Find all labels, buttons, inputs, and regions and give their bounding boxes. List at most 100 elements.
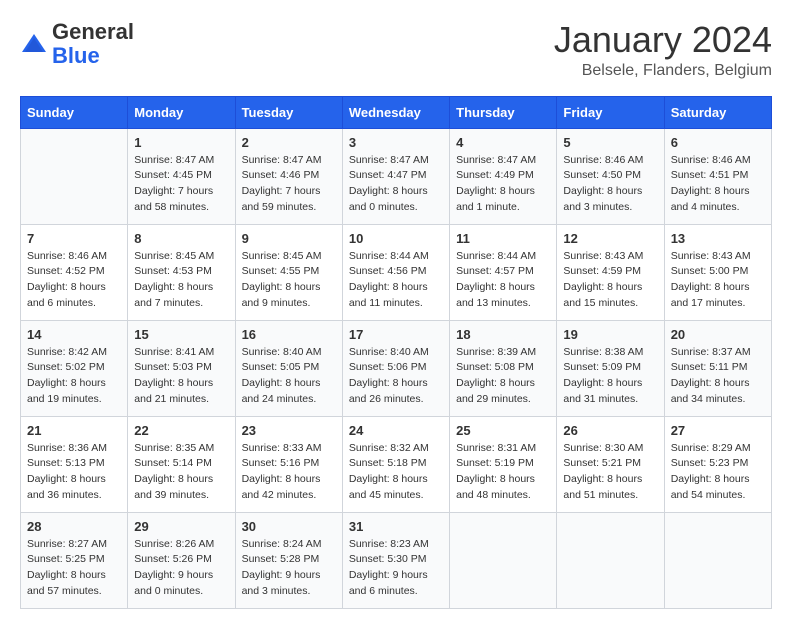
day-info: Sunrise: 8:24 AM Sunset: 5:28 PM Dayligh… [242, 537, 336, 600]
day-number: 11 [456, 231, 550, 246]
day-number: 16 [242, 327, 336, 342]
calendar-cell: 30 Sunrise: 8:24 AM Sunset: 5:28 PM Dayli… [235, 512, 342, 608]
calendar-cell [557, 512, 664, 608]
day-info: Sunrise: 8:45 AM Sunset: 4:55 PM Dayligh… [242, 249, 336, 312]
day-number: 21 [27, 423, 121, 438]
day-info: Sunrise: 8:46 AM Sunset: 4:52 PM Dayligh… [27, 249, 121, 312]
day-info: Sunrise: 8:26 AM Sunset: 5:26 PM Dayligh… [134, 537, 228, 600]
day-info: Sunrise: 8:27 AM Sunset: 5:25 PM Dayligh… [27, 537, 121, 600]
calendar-cell: 14 Sunrise: 8:42 AM Sunset: 5:02 PM Dayli… [21, 320, 128, 416]
day-info: Sunrise: 8:40 AM Sunset: 5:06 PM Dayligh… [349, 345, 443, 408]
week-row-2: 7 Sunrise: 8:46 AM Sunset: 4:52 PM Daylig… [21, 224, 772, 320]
day-info: Sunrise: 8:39 AM Sunset: 5:08 PM Dayligh… [456, 345, 550, 408]
day-info: Sunrise: 8:44 AM Sunset: 4:56 PM Dayligh… [349, 249, 443, 312]
month-year-title: January 2024 [554, 20, 772, 60]
day-info: Sunrise: 8:45 AM Sunset: 4:53 PM Dayligh… [134, 249, 228, 312]
day-info: Sunrise: 8:44 AM Sunset: 4:57 PM Dayligh… [456, 249, 550, 312]
day-number: 9 [242, 231, 336, 246]
calendar-cell: 23 Sunrise: 8:33 AM Sunset: 5:16 PM Dayli… [235, 416, 342, 512]
calendar-cell: 21 Sunrise: 8:36 AM Sunset: 5:13 PM Dayli… [21, 416, 128, 512]
calendar-cell: 1Sunrise: 8:47 AM Sunset: 4:45 PM Daylig… [128, 128, 235, 224]
day-info: Sunrise: 8:46 AM Sunset: 4:50 PM Dayligh… [563, 153, 657, 216]
day-info: Sunrise: 8:42 AM Sunset: 5:02 PM Dayligh… [27, 345, 121, 408]
calendar-cell [664, 512, 771, 608]
header-day-thursday: Thursday [450, 96, 557, 128]
logo-icon [20, 30, 48, 58]
calendar-cell: 12 Sunrise: 8:43 AM Sunset: 4:59 PM Dayli… [557, 224, 664, 320]
day-info: Sunrise: 8:46 AM Sunset: 4:51 PM Dayligh… [671, 153, 765, 216]
day-number: 17 [349, 327, 443, 342]
location-subtitle: Belsele, Flanders, Belgium [554, 62, 772, 80]
day-number: 19 [563, 327, 657, 342]
calendar-table: SundayMondayTuesdayWednesdayThursdayFrid… [20, 96, 772, 609]
calendar-cell: 10 Sunrise: 8:44 AM Sunset: 4:56 PM Dayli… [342, 224, 449, 320]
calendar-cell: 18 Sunrise: 8:39 AM Sunset: 5:08 PM Dayli… [450, 320, 557, 416]
calendar-cell [450, 512, 557, 608]
calendar-cell: 11 Sunrise: 8:44 AM Sunset: 4:57 PM Dayli… [450, 224, 557, 320]
day-number: 20 [671, 327, 765, 342]
calendar-cell: 5 Sunrise: 8:46 AM Sunset: 4:50 PM Daylig… [557, 128, 664, 224]
day-number: 18 [456, 327, 550, 342]
calendar-cell: 19 Sunrise: 8:38 AM Sunset: 5:09 PM Dayli… [557, 320, 664, 416]
calendar-cell: 25 Sunrise: 8:31 AM Sunset: 5:19 PM Dayli… [450, 416, 557, 512]
day-number: 8 [134, 231, 228, 246]
logo: General Blue [20, 20, 134, 68]
day-number: 7 [27, 231, 121, 246]
calendar-cell: 27 Sunrise: 8:29 AM Sunset: 5:23 PM Dayli… [664, 416, 771, 512]
day-number: 22 [134, 423, 228, 438]
day-info: Sunrise: 8:43 AM Sunset: 4:59 PM Dayligh… [563, 249, 657, 312]
calendar-cell: 29Sunrise: 8:26 AM Sunset: 5:26 PM Dayli… [128, 512, 235, 608]
day-number: 31 [349, 519, 443, 534]
calendar-cell: 7 Sunrise: 8:46 AM Sunset: 4:52 PM Daylig… [21, 224, 128, 320]
week-row-4: 21 Sunrise: 8:36 AM Sunset: 5:13 PM Dayli… [21, 416, 772, 512]
header-day-friday: Friday [557, 96, 664, 128]
day-number: 24 [349, 423, 443, 438]
day-number: 26 [563, 423, 657, 438]
day-number: 4 [456, 135, 550, 150]
day-info: Sunrise: 8:36 AM Sunset: 5:13 PM Dayligh… [27, 441, 121, 504]
calendar-cell [21, 128, 128, 224]
calendar-cell: 15Sunrise: 8:41 AM Sunset: 5:03 PM Dayli… [128, 320, 235, 416]
day-number: 14 [27, 327, 121, 342]
day-number: 12 [563, 231, 657, 246]
title-block: January 2024 Belsele, Flanders, Belgium [554, 20, 772, 80]
day-number: 27 [671, 423, 765, 438]
week-row-5: 28Sunrise: 8:27 AM Sunset: 5:25 PM Dayli… [21, 512, 772, 608]
calendar-cell: 3Sunrise: 8:47 AM Sunset: 4:47 PM Daylig… [342, 128, 449, 224]
day-info: Sunrise: 8:31 AM Sunset: 5:19 PM Dayligh… [456, 441, 550, 504]
calendar-cell: 24Sunrise: 8:32 AM Sunset: 5:18 PM Dayli… [342, 416, 449, 512]
page-header: General Blue January 2024 Belsele, Fland… [20, 20, 772, 80]
day-info: Sunrise: 8:29 AM Sunset: 5:23 PM Dayligh… [671, 441, 765, 504]
header-day-tuesday: Tuesday [235, 96, 342, 128]
day-info: Sunrise: 8:47 AM Sunset: 4:47 PM Dayligh… [349, 153, 443, 216]
day-info: Sunrise: 8:33 AM Sunset: 5:16 PM Dayligh… [242, 441, 336, 504]
header-day-sunday: Sunday [21, 96, 128, 128]
day-info: Sunrise: 8:37 AM Sunset: 5:11 PM Dayligh… [671, 345, 765, 408]
header-day-monday: Monday [128, 96, 235, 128]
header-row: SundayMondayTuesdayWednesdayThursdayFrid… [21, 96, 772, 128]
day-info: Sunrise: 8:35 AM Sunset: 5:14 PM Dayligh… [134, 441, 228, 504]
week-row-1: 1Sunrise: 8:47 AM Sunset: 4:45 PM Daylig… [21, 128, 772, 224]
day-info: Sunrise: 8:23 AM Sunset: 5:30 PM Dayligh… [349, 537, 443, 600]
day-number: 10 [349, 231, 443, 246]
day-number: 2 [242, 135, 336, 150]
calendar-cell: 9 Sunrise: 8:45 AM Sunset: 4:55 PM Daylig… [235, 224, 342, 320]
header-day-saturday: Saturday [664, 96, 771, 128]
day-info: Sunrise: 8:41 AM Sunset: 5:03 PM Dayligh… [134, 345, 228, 408]
day-number: 25 [456, 423, 550, 438]
day-number: 13 [671, 231, 765, 246]
day-number: 23 [242, 423, 336, 438]
calendar-cell: 20 Sunrise: 8:37 AM Sunset: 5:11 PM Dayli… [664, 320, 771, 416]
calendar-cell: 17 Sunrise: 8:40 AM Sunset: 5:06 PM Dayli… [342, 320, 449, 416]
calendar-cell: 31 Sunrise: 8:23 AM Sunset: 5:30 PM Dayli… [342, 512, 449, 608]
calendar-cell: 13Sunrise: 8:43 AM Sunset: 5:00 PM Dayli… [664, 224, 771, 320]
day-number: 30 [242, 519, 336, 534]
calendar-cell: 6 Sunrise: 8:46 AM Sunset: 4:51 PM Daylig… [664, 128, 771, 224]
calendar-header: SundayMondayTuesdayWednesdayThursdayFrid… [21, 96, 772, 128]
day-info: Sunrise: 8:47 AM Sunset: 4:49 PM Dayligh… [456, 153, 550, 216]
calendar-cell: 26Sunrise: 8:30 AM Sunset: 5:21 PM Dayli… [557, 416, 664, 512]
day-info: Sunrise: 8:38 AM Sunset: 5:09 PM Dayligh… [563, 345, 657, 408]
day-number: 5 [563, 135, 657, 150]
day-number: 6 [671, 135, 765, 150]
calendar-cell: 22 Sunrise: 8:35 AM Sunset: 5:14 PM Dayli… [128, 416, 235, 512]
